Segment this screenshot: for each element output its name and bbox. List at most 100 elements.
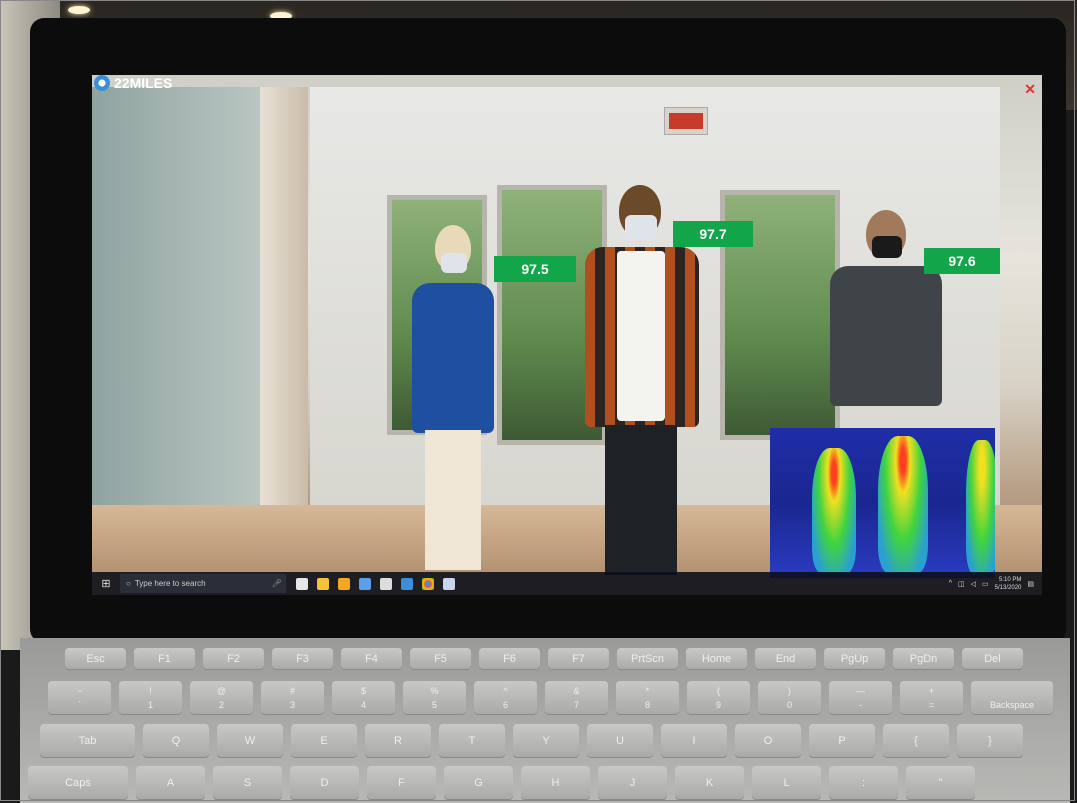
search-placeholder: Type here to search xyxy=(134,579,206,588)
key-label: O xyxy=(763,735,773,747)
app-icon[interactable] xyxy=(443,577,455,590)
keyboard-key[interactable]: W xyxy=(217,724,283,758)
keyboard-key[interactable]: { xyxy=(883,724,949,758)
keyboard-key[interactable]: S xyxy=(213,766,282,800)
key-label: F7 xyxy=(572,653,585,665)
keyboard-key[interactable]: ! 1 xyxy=(119,681,182,715)
app-icon[interactable] xyxy=(338,577,350,590)
key-label: 5 xyxy=(431,700,438,711)
number-key-row: ~ `! 1 @2 #3 $4% 5 ^ 6 & 7 * 8(9) 0— - + = Backspace xyxy=(48,681,1053,715)
app-icon[interactable] xyxy=(401,577,413,590)
chevron-up-icon[interactable]: ^ xyxy=(949,580,952,587)
face-mask xyxy=(872,236,902,258)
keyboard-key[interactable]: (9 xyxy=(687,681,750,715)
keyboard-key[interactable]: End xyxy=(755,648,816,670)
clock[interactable]: 5:10 PM 5/13/2020 xyxy=(995,576,1022,592)
keyboard-key[interactable]: & 7 xyxy=(545,681,608,715)
chrome-icon[interactable] xyxy=(422,577,434,590)
keyboard-key[interactable]: ~ ` xyxy=(48,681,111,715)
keyboard-key[interactable]: P xyxy=(809,724,875,758)
keyboard-key[interactable]: Esc xyxy=(65,648,126,670)
keyboard-key[interactable]: " xyxy=(906,766,975,800)
microphone-icon[interactable]: 🎤︎ xyxy=(272,579,282,588)
keyboard-key[interactable]: L xyxy=(752,766,821,800)
close-button[interactable]: ✕ xyxy=(1024,81,1036,98)
keyboard-key[interactable]: T xyxy=(439,724,505,758)
keyboard-key[interactable]: F xyxy=(367,766,436,800)
keyboard-key[interactable]: E xyxy=(291,724,357,758)
keyboard-key[interactable]: F2 xyxy=(203,648,264,670)
key-label: Y xyxy=(542,735,550,747)
keyboard-key[interactable]: D xyxy=(290,766,359,800)
person-left xyxy=(397,225,507,575)
key-label: F3 xyxy=(296,653,309,665)
app-icon[interactable] xyxy=(359,577,371,590)
keyboard-key[interactable]: PgDn xyxy=(893,648,954,670)
key-label: K xyxy=(705,777,714,789)
file-explorer-icon[interactable] xyxy=(317,577,329,590)
key-label: { xyxy=(914,735,918,747)
app-logo: 22MILES xyxy=(94,75,172,91)
keyboard-key[interactable]: F4 xyxy=(341,648,402,670)
keyboard-key[interactable]: Caps xyxy=(28,766,128,800)
keyboard-key[interactable]: U xyxy=(587,724,653,758)
thermal-figure xyxy=(966,440,995,573)
key-label: 1 xyxy=(147,700,154,711)
windows-icon[interactable]: ⊞ xyxy=(92,572,120,595)
key-label: P xyxy=(838,735,846,747)
key-label: : xyxy=(861,777,866,789)
keyboard-key[interactable]: I xyxy=(661,724,727,758)
frosted-glass-wall xyxy=(92,87,260,557)
search-box[interactable]: ○ Type here to search 🎤︎ xyxy=(120,574,286,593)
keyboard-key[interactable]: PrtScn xyxy=(617,648,678,670)
keyboard-key[interactable]: O xyxy=(735,724,801,758)
temperature-label: 97.7 xyxy=(673,221,753,247)
keyboard-key[interactable]: % 5 xyxy=(403,681,466,715)
keyboard-key[interactable]: — - xyxy=(829,681,892,715)
keyboard-key[interactable]: } xyxy=(957,724,1023,758)
keyboard-key[interactable]: : xyxy=(829,766,898,800)
keyboard-key[interactable]: H xyxy=(521,766,590,800)
person-right xyxy=(822,210,942,430)
keyboard-key[interactable]: K xyxy=(675,766,744,800)
keyboard-key[interactable]: J xyxy=(598,766,667,800)
keyboard-key[interactable]: G xyxy=(444,766,513,800)
keyboard-key[interactable]: $4 xyxy=(332,681,395,715)
keyboard-key[interactable]: Backspace xyxy=(971,681,1053,715)
settings-icon[interactable] xyxy=(380,577,392,590)
keyboard-key[interactable]: Q xyxy=(143,724,209,758)
notification-icon[interactable]: ▤ xyxy=(1027,580,1034,588)
battery-icon[interactable]: ▭ xyxy=(982,580,989,588)
keyboard-key[interactable]: Home xyxy=(686,648,747,670)
keyboard-key[interactable]: F1 xyxy=(134,648,195,670)
key-label: F1 xyxy=(158,653,171,665)
network-icon[interactable]: ◫ xyxy=(958,580,965,588)
key-label: End xyxy=(775,653,796,665)
torso xyxy=(412,283,494,433)
keyboard-key[interactable]: F3 xyxy=(272,648,333,670)
keyboard-key[interactable]: ) 0 xyxy=(758,681,821,715)
keyboard-key[interactable]: A xyxy=(136,766,205,800)
key-label: F xyxy=(398,777,405,789)
keyboard-key[interactable]: @2 xyxy=(190,681,253,715)
keyboard-key[interactable]: F6 xyxy=(479,648,540,670)
volume-icon[interactable]: ◁ xyxy=(971,580,976,588)
key-label: L xyxy=(783,777,790,789)
keyboard-key[interactable]: F5 xyxy=(410,648,471,670)
keyboard-key[interactable]: Y xyxy=(513,724,579,758)
function-key-row: Esc F1 F2 F3 F4 F5 F6 F7 PrtScn Home End PgUp PgDn De… xyxy=(65,648,1023,670)
key-label: @ xyxy=(216,686,227,697)
keyboard-key[interactable]: PgUp xyxy=(824,648,885,670)
keyboard-key[interactable]: Tab xyxy=(40,724,135,758)
keyboard-key[interactable]: ^ 6 xyxy=(474,681,537,715)
keyboard-key[interactable]: * 8 xyxy=(616,681,679,715)
keyboard-key[interactable]: F7 xyxy=(548,648,609,670)
keyboard-key[interactable]: Del xyxy=(962,648,1023,670)
face-mask xyxy=(441,253,467,273)
taskbar-apps xyxy=(296,577,455,590)
key-label: S xyxy=(243,777,252,789)
task-view-icon[interactable] xyxy=(296,577,308,590)
keyboard-key[interactable]: #3 xyxy=(261,681,324,715)
keyboard-key[interactable]: + = xyxy=(900,681,963,715)
keyboard-key[interactable]: R xyxy=(365,724,431,758)
